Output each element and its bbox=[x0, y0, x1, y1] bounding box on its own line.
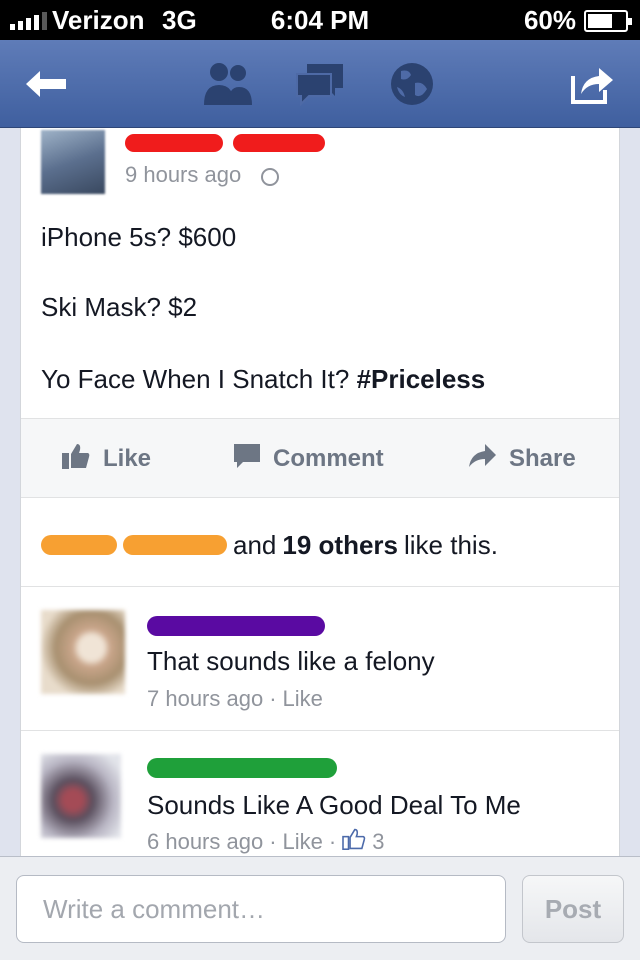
navigation-bar bbox=[0, 40, 640, 128]
status-bar: Verizon 3G 6:04 PM 60% bbox=[0, 0, 640, 40]
comment-input[interactable] bbox=[16, 875, 506, 943]
comment-timestamp: 7 hours ago bbox=[147, 686, 264, 711]
post-text-line: iPhone 5s? $600 bbox=[41, 222, 237, 252]
comment-meta: 7 hours ago · Like bbox=[147, 686, 323, 712]
friends-icon[interactable] bbox=[196, 52, 260, 116]
comment-like-link[interactable]: Like bbox=[283, 829, 323, 855]
post-button[interactable]: Post bbox=[522, 875, 624, 943]
liker-name-redacted bbox=[41, 535, 117, 555]
like-button[interactable]: Like bbox=[61, 419, 151, 499]
post-timestamp: 9 hours ago bbox=[125, 162, 242, 187]
author-avatar[interactable] bbox=[41, 130, 105, 194]
comment-bubble-icon bbox=[233, 442, 261, 477]
liker-name-redacted bbox=[123, 535, 227, 555]
thumbs-up-icon bbox=[61, 442, 91, 477]
share-arrow-icon bbox=[467, 443, 497, 476]
share-button[interactable]: Share bbox=[467, 419, 576, 499]
commenter-avatar[interactable] bbox=[41, 610, 125, 694]
comment-timestamp: 6 hours ago bbox=[147, 829, 264, 854]
hashtag-link[interactable]: #Priceless bbox=[357, 364, 486, 394]
comment-like-count: 3 bbox=[372, 829, 385, 854]
commenter-avatar[interactable] bbox=[41, 754, 121, 838]
globe-icon[interactable] bbox=[380, 52, 444, 116]
post-text-line: Ski Mask? $2 bbox=[41, 292, 198, 322]
comment-button[interactable]: Comment bbox=[233, 419, 384, 499]
battery-percent: 60% bbox=[523, 5, 576, 35]
author-name-redacted[interactable] bbox=[125, 130, 325, 154]
post-card: 9 hours ago iPhone 5s? $600 Ski Mask? $2… bbox=[20, 128, 620, 856]
battery-icon bbox=[584, 10, 632, 32]
messages-icon[interactable] bbox=[288, 52, 352, 116]
commenter-name-redacted[interactable] bbox=[147, 758, 337, 778]
comment-meta: 6 hours ago · Like · 3 bbox=[147, 828, 385, 856]
thumbs-up-icon bbox=[342, 828, 366, 856]
commenter-name-redacted[interactable] bbox=[147, 616, 325, 636]
divider bbox=[21, 730, 619, 731]
comment-like-link[interactable]: Like bbox=[283, 686, 323, 712]
privacy-globe-icon bbox=[261, 168, 279, 186]
comment-text: That sounds like a felony bbox=[147, 646, 435, 676]
comment-text: Sounds Like A Good Deal To Me bbox=[147, 790, 521, 820]
back-arrow-icon[interactable] bbox=[14, 52, 78, 116]
share-icon[interactable] bbox=[560, 52, 624, 116]
likes-summary[interactable]: and 19 others like this. bbox=[41, 528, 498, 562]
post-text-line: Yo Face When I Snatch It? #Priceless bbox=[41, 364, 486, 394]
comment-composer: Post bbox=[0, 856, 640, 960]
post-action-bar: Like Comment Share bbox=[21, 418, 619, 499]
divider bbox=[21, 586, 619, 587]
